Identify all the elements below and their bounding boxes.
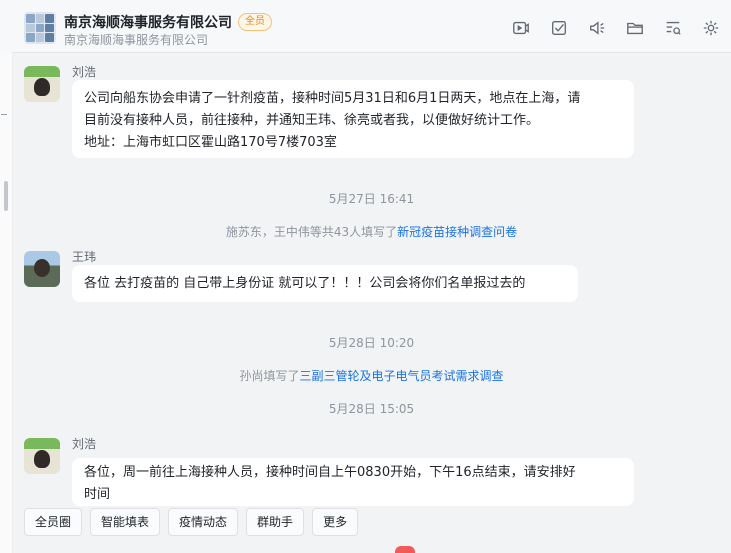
message-bubble[interactable]: 各位 去打疫苗的 自己带上身份证 就可以了！！！公司会将你们名单报过去的 — [72, 265, 578, 302]
member-badge: 全员 — [238, 13, 272, 31]
system-notice: 施苏东，王中伟等共43人填写了新冠疫苗接种调查问卷 — [12, 223, 731, 240]
folder-icon[interactable] — [625, 18, 645, 38]
settings-icon[interactable] — [701, 18, 721, 38]
scrollbar-thumb[interactable] — [4, 181, 8, 211]
header-toolbar — [511, 18, 721, 38]
left-scroll-strip — [0, 52, 13, 553]
quick-button-epidemic[interactable]: 疫情动态 — [168, 508, 239, 536]
message-bubble[interactable]: 公司向船东协会申请了一针剂疫苗，接种时间5月31日和6月1日两天，地点在上海，请… — [72, 80, 634, 158]
group-subtitle: 南京海顺海事服务有限公司 — [64, 33, 209, 47]
avatar[interactable] — [24, 251, 60, 287]
survey-link[interactable]: 新冠疫苗接种调查问卷 — [397, 225, 517, 239]
message-line: 目前没有接种人员，前往接种，并通知王玮、徐亮或者我，以便做好统计工作。 — [84, 113, 540, 128]
quick-button-group-helper[interactable]: 群助手 — [246, 508, 305, 536]
group-title[interactable]: 南京海顺海事服务有限公司 — [64, 12, 232, 32]
message-line: 各位 去打疫苗的 自己带上身份证 就可以了！！！公司会将你们名单报过去的 — [84, 276, 526, 291]
sender-name: 王玮 — [72, 250, 97, 264]
survey-link[interactable]: 三副三管轮及电子电气员考试需求调查 — [300, 369, 504, 383]
notice-text: 施苏东，王中伟等共43人填写了 — [225, 225, 398, 239]
message-line: 地址：上海市虹口区霍山路170号7楼703室 — [84, 135, 337, 150]
system-notice: 孙尚填写了三副三管轮及电子电气员考试需求调查 — [12, 367, 731, 384]
sender-name: 刘浩 — [72, 437, 97, 451]
search-list-icon[interactable] — [663, 18, 683, 38]
message-line: 公司向船东协会申请了一针剂疫苗，接种时间5月31日和6月1日两天，地点在上海，请 — [84, 91, 581, 106]
left-marker — [1, 114, 7, 115]
video-icon[interactable] — [511, 18, 531, 38]
avatar[interactable] — [24, 66, 60, 102]
timestamp: 5月27日 16:41 — [328, 192, 415, 206]
group-avatar[interactable] — [24, 12, 56, 44]
message-line: 时间 — [84, 487, 111, 502]
quick-button-smart-form[interactable]: 智能填表 — [90, 508, 161, 536]
avatar[interactable] — [24, 438, 60, 474]
sender-name: 刘浩 — [72, 65, 97, 79]
speaker-icon[interactable] — [587, 18, 607, 38]
message-line: 各位，周一前往上海接种人员，接种时间自上午0830开始，下午16点结束，请安排好 — [84, 465, 576, 480]
timestamp: 5月28日 15:05 — [328, 402, 415, 416]
quick-button-moments[interactable]: 全员圈 — [24, 508, 83, 536]
notice-text: 孙尚填写了 — [239, 369, 300, 383]
checklist-icon[interactable] — [549, 18, 569, 38]
message-bubble[interactable]: 各位，周一前往上海接种人员，接种时间自上午0830开始，下午16点结束，请安排好… — [72, 458, 634, 506]
timestamp: 5月28日 10:20 — [328, 336, 415, 350]
notification-dot — [395, 546, 415, 553]
quick-button-more[interactable]: 更多 — [312, 508, 359, 536]
chat-header: 南京海顺海事服务有限公司 全员 南京海顺海事服务有限公司 — [0, 0, 731, 53]
quick-action-bar: 全员圈 智能填表 疫情动态 群助手 更多 — [24, 508, 359, 536]
